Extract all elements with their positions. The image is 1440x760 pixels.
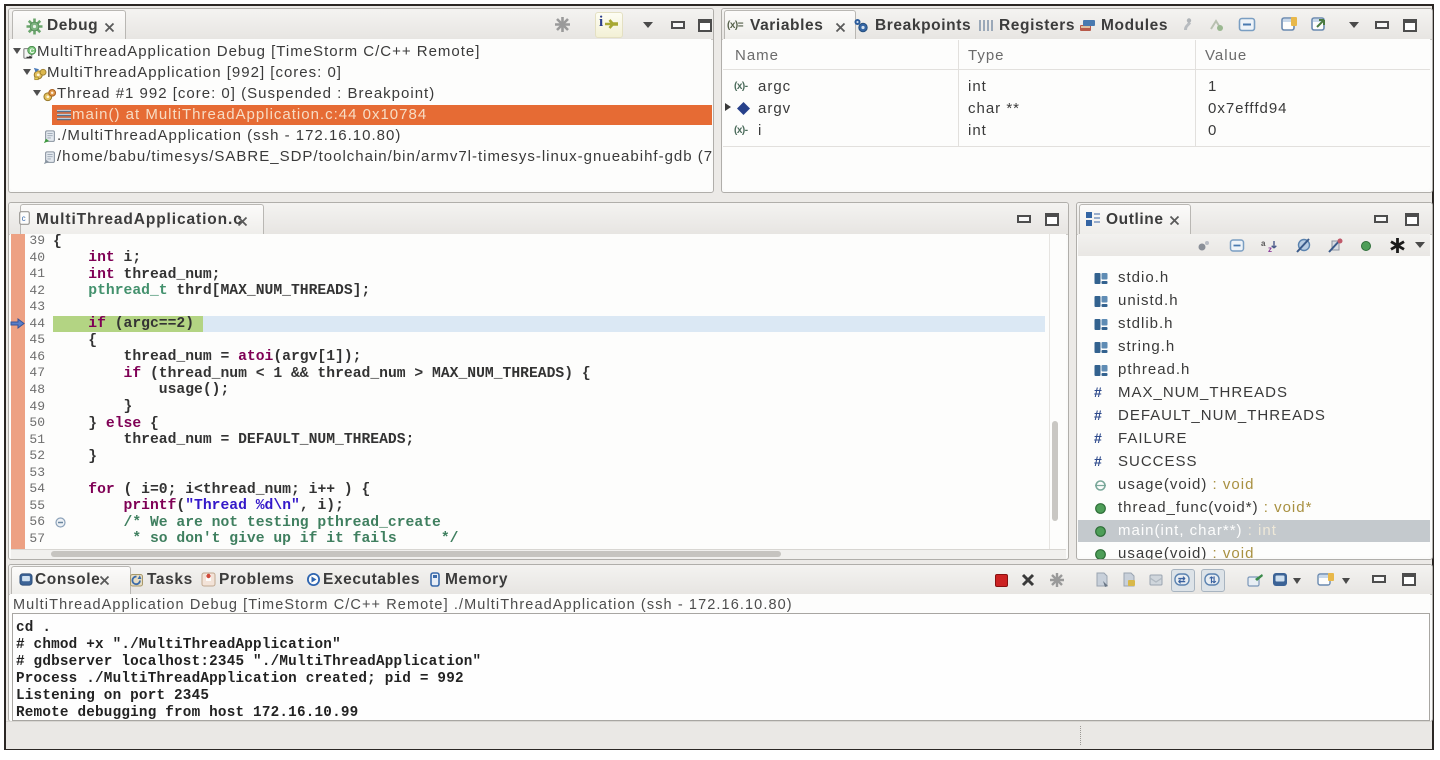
svg-text:⇅: ⇅ <box>1209 575 1217 585</box>
svg-text:⇄: ⇄ <box>1178 575 1186 585</box>
svg-text:c: c <box>22 214 26 223</box>
svg-text:C: C <box>30 48 35 55</box>
svg-text:a: a <box>1261 239 1266 248</box>
